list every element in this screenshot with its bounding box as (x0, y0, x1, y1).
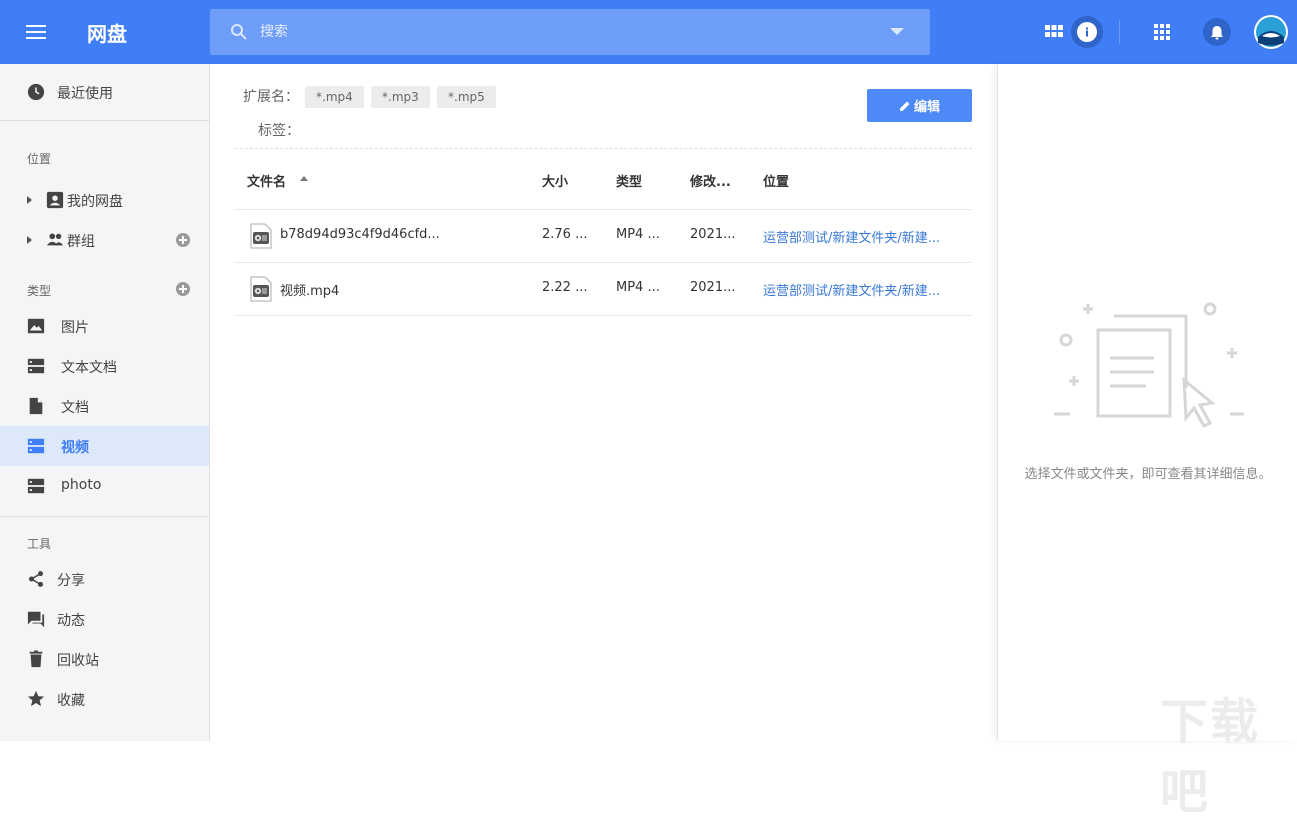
file-size: 2.22 ... (542, 280, 588, 295)
add-group-icon[interactable] (176, 233, 190, 247)
column-header-type[interactable]: 类型 (616, 171, 642, 190)
video-file-icon (250, 223, 272, 249)
sidebar-item-images[interactable]: 图片 (0, 306, 209, 346)
file-modified: 2021... (690, 227, 736, 242)
account-box-icon (46, 191, 64, 209)
toolbar-divider (1119, 20, 1120, 44)
edit-button-label: 编辑 (913, 100, 940, 115)
pencil-icon (899, 101, 910, 111)
file-location-link[interactable]: 运营部测试/新建文件夹/新建... (763, 227, 968, 246)
sidebar-item-text-docs[interactable]: 文本文档 (0, 346, 209, 386)
file-type: MP4 ... (616, 227, 660, 242)
sidebar-item-label: photo (61, 477, 102, 493)
sidebar-item-label: 回收站 (57, 653, 99, 669)
expand-icon[interactable] (27, 236, 32, 244)
clock-icon (27, 83, 45, 101)
section-title-type: 类型 (27, 284, 52, 298)
sidebar-item-label: 我的网盘 (67, 194, 123, 210)
sidebar-item-label: 文档 (61, 400, 89, 416)
file-list-panel: 扩展名： *.mp4 *.mp3 *.mp5 标签： 编辑 文件名 大小 类型 … (210, 64, 997, 741)
search-icon (231, 24, 247, 40)
app-title: 网盘 (87, 22, 127, 46)
file-location-link[interactable]: 运营部测试/新建文件夹/新建... (763, 280, 968, 299)
select-file-illustration (1054, 302, 1244, 428)
watermark: 下载吧 (1160, 694, 1261, 820)
edit-button[interactable]: 编辑 (867, 89, 972, 122)
sidebar: 最近使用 位置 我的网盘 群组 类型 图片 文本文档 文档 视频 photo 工… (0, 64, 210, 741)
star-icon (27, 690, 45, 707)
search-box[interactable] (210, 9, 930, 55)
top-bar: 网盘 (0, 0, 1297, 64)
table-row[interactable]: b78d94d93c4f9d46cfd... 2.76 ... MP4 ... … (235, 209, 972, 262)
search-input[interactable] (260, 21, 860, 43)
storage-icon (27, 478, 45, 494)
extension-chip[interactable]: *.mp4 (305, 86, 364, 108)
chat-icon (27, 611, 45, 628)
file-name: 视频.mp4 (280, 284, 340, 299)
image-icon (27, 318, 45, 334)
notification-bell-icon[interactable] (1203, 18, 1231, 46)
details-panel: 选择文件或文件夹，即可查看其详细信息。 下载吧 (997, 64, 1297, 820)
group-icon (46, 233, 64, 246)
sidebar-item-documents[interactable]: 文档 (0, 386, 209, 426)
sidebar-item-label: 收藏 (57, 693, 85, 709)
menu-icon[interactable] (24, 20, 48, 44)
filter-divider (235, 148, 972, 149)
avatar[interactable] (1254, 15, 1288, 49)
extension-filter-label: 扩展名： (243, 89, 299, 105)
sidebar-item-favorites[interactable]: 收藏 (0, 679, 209, 719)
sidebar-item-trash[interactable]: 回收站 (0, 639, 209, 679)
sidebar-item-videos[interactable]: 视频 (0, 426, 209, 466)
extension-chip[interactable]: *.mp3 (371, 86, 430, 108)
sidebar-divider (0, 516, 209, 517)
tag-filter-label: 标签： (258, 123, 300, 139)
sidebar-item-label: 图片 (61, 320, 89, 336)
sidebar-item-label: 最近使用 (57, 86, 113, 102)
section-title-tools: 工具 (27, 537, 52, 551)
sidebar-item-activity[interactable]: 动态 (0, 599, 209, 639)
info-icon[interactable] (1071, 16, 1103, 48)
section-title-location: 位置 (27, 152, 52, 166)
column-header-modified[interactable]: 修改... (690, 171, 731, 190)
sidebar-item-label: 视频 (61, 440, 89, 456)
sidebar-item-groups[interactable]: 群组 (0, 220, 209, 260)
document-icon (29, 397, 43, 415)
view-grid-icon[interactable] (1040, 18, 1068, 46)
sidebar-item-label: 文本文档 (61, 360, 117, 376)
column-header-size[interactable]: 大小 (542, 171, 568, 190)
video-file-icon (250, 276, 272, 302)
file-size: 2.76 ... (542, 227, 588, 242)
add-type-icon[interactable] (176, 282, 190, 296)
file-type: MP4 ... (616, 280, 660, 295)
storage-icon (27, 438, 45, 454)
trash-icon (29, 650, 43, 668)
file-name: b78d94d93c4f9d46cfd... (280, 227, 440, 242)
table-row[interactable]: 视频.mp4 2.22 ... MP4 ... 2021... 运营部测试/新建… (235, 262, 972, 315)
expand-icon[interactable] (27, 196, 32, 204)
sort-ascending-icon[interactable] (300, 176, 308, 181)
apps-icon[interactable] (1148, 18, 1176, 46)
empty-details-message: 选择文件或文件夹，即可查看其详细信息。 (1024, 467, 1272, 482)
column-header-location[interactable]: 位置 (763, 171, 789, 190)
sidebar-item-recent[interactable]: 最近使用 (0, 72, 209, 112)
search-options-dropdown-icon[interactable] (890, 28, 904, 35)
extension-chip[interactable]: *.mp5 (437, 86, 496, 108)
sidebar-item-label: 群组 (67, 234, 95, 250)
sidebar-item-label: 分享 (57, 573, 85, 589)
file-modified: 2021... (690, 280, 736, 295)
sidebar-item-my-drive[interactable]: 我的网盘 (0, 180, 209, 220)
sidebar-item-share[interactable]: 分享 (0, 559, 209, 599)
sidebar-item-label: 动态 (57, 613, 85, 629)
share-icon (28, 571, 44, 587)
storage-icon (27, 358, 45, 374)
sidebar-divider (0, 120, 209, 121)
sidebar-item-photo[interactable]: photo (0, 466, 209, 506)
column-header-name[interactable]: 文件名 (247, 171, 286, 190)
table-bottom-border (235, 315, 972, 316)
